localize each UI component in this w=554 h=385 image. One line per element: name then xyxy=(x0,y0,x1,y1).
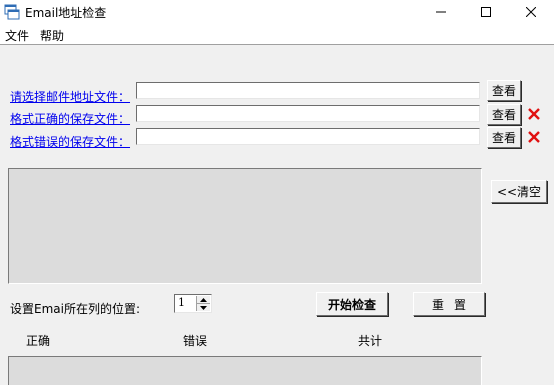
spinner-down-button[interactable] xyxy=(197,304,210,311)
valid-browse-button[interactable]: 查看 xyxy=(487,104,521,125)
arrow-down-icon xyxy=(200,305,207,310)
source-browse-button[interactable]: 查看 xyxy=(487,80,521,101)
spinner-up-button[interactable] xyxy=(197,296,210,304)
invalid-browse-button[interactable]: 查看 xyxy=(487,127,521,148)
log-textarea[interactable] xyxy=(8,168,482,284)
reset-button[interactable]: 重置 xyxy=(413,292,485,316)
clear-log-button[interactable]: <<清空 xyxy=(491,180,547,203)
column-position-spinner[interactable]: 1 xyxy=(174,294,212,313)
start-check-button[interactable]: 开始检查 xyxy=(316,292,388,316)
results-panel[interactable] xyxy=(8,356,482,385)
minimize-icon xyxy=(436,11,446,13)
invalid-file-error-icon xyxy=(528,131,540,143)
result-header-wrong: 错误 xyxy=(183,334,208,348)
result-header-total: 共计 xyxy=(358,334,383,348)
valid-file-label[interactable]: 格式正确的保存文件： xyxy=(10,110,130,127)
result-header-correct: 正确 xyxy=(26,334,51,348)
valid-file-input[interactable] xyxy=(136,105,480,122)
source-file-label[interactable]: 请选择邮件地址文件： xyxy=(10,88,130,105)
valid-file-error-icon xyxy=(528,108,540,120)
close-button[interactable] xyxy=(508,0,554,24)
menu-bar xyxy=(0,25,554,43)
menu-help[interactable]: 帮助 xyxy=(40,27,64,44)
minimize-button[interactable] xyxy=(418,0,464,24)
spinner-arrows[interactable] xyxy=(196,296,210,311)
maximize-button[interactable] xyxy=(463,0,509,24)
column-position-label: 设置Emai所在列的位置: xyxy=(10,302,141,316)
invalid-file-input[interactable] xyxy=(136,128,480,145)
maximize-icon xyxy=(481,7,491,17)
app-window-icon xyxy=(4,4,20,20)
invalid-file-label[interactable]: 格式错误的保存文件： xyxy=(10,133,130,150)
close-icon xyxy=(526,7,536,17)
menu-file[interactable]: 文件 xyxy=(5,27,29,44)
source-file-input[interactable] xyxy=(136,82,480,99)
arrow-up-icon xyxy=(200,297,207,302)
column-position-value[interactable]: 1 xyxy=(178,296,185,309)
window-title: Email地址检查 xyxy=(25,6,107,20)
